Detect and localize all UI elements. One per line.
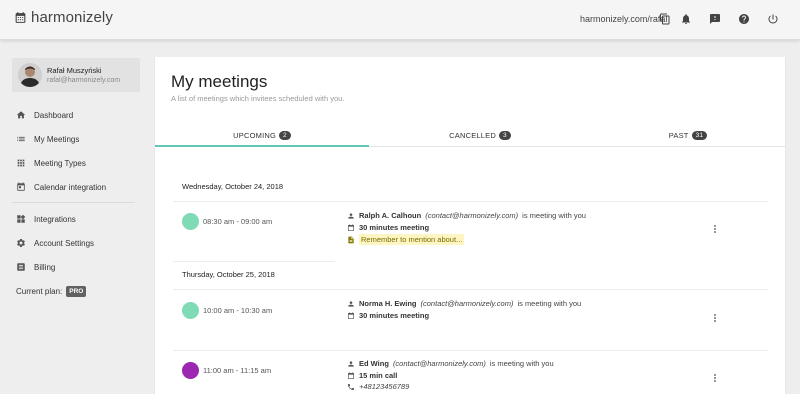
public-url[interactable]: harmonizely.com/rafal [580, 14, 667, 24]
widgets-icon [16, 214, 26, 224]
person-icon [347, 300, 355, 308]
invitee-name: Ralph A. Calhoun [359, 211, 422, 220]
plan-badge: PRO [66, 286, 87, 297]
current-plan: Current plan: PRO [16, 286, 87, 297]
sidebar-item-my-meetings[interactable]: My Meetings [16, 132, 79, 146]
app-logo[interactable]: harmonizely [14, 9, 113, 26]
meeting-invitee: Ralph A. Calhoun (contact@harmonizely.co… [347, 211, 586, 220]
more-options-icon[interactable] [712, 312, 718, 324]
user-name: Rafał Muszyński [47, 66, 102, 75]
user-card[interactable]: Rafał Muszyński rafal@harmonizely.com [12, 58, 140, 92]
meeting-type: 30 minutes meeting [347, 223, 429, 232]
meeting-invitee: Ed Wing (contact@harmonizely.com) is mee… [347, 359, 554, 368]
row-divider [173, 350, 768, 351]
invitee-name: Norma H. Ewing [359, 299, 417, 308]
note-icon [347, 236, 355, 244]
app-name: harmonizely [31, 9, 113, 26]
meeting-type: 15 min call [347, 371, 397, 380]
phone-number[interactable]: +48123456789 [359, 382, 409, 391]
tab-label: CANCELLED [449, 130, 496, 140]
invitee-contact[interactable]: (contact@harmonizely.com) [393, 359, 486, 368]
phone-icon [347, 383, 355, 391]
calendar-icon [347, 311, 355, 320]
invitee-suffix: is meeting with you [517, 299, 582, 308]
date-heading: Wednesday, October 24, 2018 [182, 182, 284, 191]
tab-count-badge: 2 [279, 130, 291, 140]
invitee-contact[interactable]: (contact@harmonizely.com) [421, 299, 514, 308]
sidebar-item-label: Meeting Types [34, 158, 86, 168]
sidebar-item-label: Integrations [34, 214, 76, 224]
sidebar-item-account-settings[interactable]: Account Settings [16, 236, 94, 250]
sidebar-item-label: Calendar integration [34, 182, 107, 192]
billing-icon [16, 262, 26, 272]
home-icon [16, 110, 26, 120]
list-icon [16, 134, 26, 144]
row-divider [173, 261, 335, 262]
meeting-type: 30 minutes meeting [347, 311, 429, 320]
calendar-icon [16, 182, 26, 192]
meeting-time: 10:00 am - 10:30 am [203, 306, 273, 315]
meeting-type-label: 30 minutes meeting [359, 311, 430, 320]
page-subtitle: A list of meetings which invitees schedu… [171, 94, 345, 103]
copy-icon[interactable] [658, 12, 672, 26]
tab-cancelled[interactable]: CANCELLED 3 [369, 123, 591, 147]
meeting-type-label: 30 minutes meeting [359, 223, 430, 232]
sidebar-divider [12, 202, 135, 203]
meeting-type-label: 15 min call [359, 371, 398, 380]
more-options-icon[interactable] [712, 372, 718, 384]
calendar-icon [347, 223, 355, 232]
sidebar-item-calendar-integration[interactable]: Calendar integration [16, 180, 106, 194]
tab-label: PAST [668, 130, 689, 140]
active-tab-indicator [155, 145, 369, 147]
meeting-note-text: Remember to mention about... [359, 234, 465, 245]
row-divider [173, 201, 768, 202]
event-color-dot [182, 302, 199, 319]
current-plan-label: Current plan: [16, 287, 63, 296]
calendar-icon [347, 371, 355, 380]
meeting-tabs: UPCOMING 2 CANCELLED 3 PAST 31 [155, 123, 785, 147]
meeting-phone: +48123456789 [347, 382, 409, 391]
meeting-time: 11:00 am - 11:15 am [203, 366, 272, 375]
bell-icon[interactable] [679, 12, 693, 26]
gear-icon [16, 238, 26, 248]
invitee-contact[interactable]: (contact@harmonizely.com) [425, 211, 518, 220]
event-color-dot [182, 213, 199, 230]
sidebar: Rafał Muszyński rafal@harmonizely.com Da… [0, 40, 148, 394]
sidebar-item-label: Dashboard [34, 110, 74, 120]
tab-past[interactable]: PAST 31 [591, 123, 785, 147]
grid-icon [16, 158, 26, 168]
user-email: rafal@harmonizely.com [47, 77, 121, 84]
sidebar-item-label: My Meetings [34, 134, 80, 144]
avatar [18, 63, 42, 87]
more-options-icon[interactable] [712, 223, 718, 235]
person-icon [347, 212, 355, 220]
invitee-suffix: is meeting with you [489, 359, 554, 368]
feedback-icon[interactable] [708, 12, 722, 26]
top-bar: harmonizely harmonizely.com/rafal [0, 0, 800, 40]
sidebar-item-billing[interactable]: Billing [16, 260, 55, 274]
tab-upcoming[interactable]: UPCOMING 2 [155, 123, 369, 147]
sidebar-item-label: Billing [34, 262, 56, 272]
invitee-suffix: is meeting with you [522, 211, 586, 220]
help-icon[interactable] [737, 12, 751, 26]
person-icon [347, 360, 355, 368]
sidebar-item-meeting-types[interactable]: Meeting Types [16, 156, 86, 170]
event-color-dot [182, 362, 199, 379]
meeting-time: 08:30 am - 09:00 am [203, 217, 273, 226]
tab-label: UPCOMING [233, 130, 277, 140]
tab-count-badge: 31 [691, 130, 708, 140]
sidebar-item-label: Account Settings [34, 238, 95, 248]
calendar-logo-icon [14, 11, 27, 24]
power-icon[interactable] [766, 12, 780, 26]
date-heading: Thursday, October 25, 2018 [182, 270, 275, 279]
invitee-name: Ed Wing [359, 359, 389, 368]
meeting-note: Remember to mention about... [347, 234, 465, 245]
page-title: My meetings [171, 72, 268, 91]
meetings-card: My meetings A list of meetings which inv… [155, 57, 785, 394]
tab-count-badge: 3 [499, 130, 511, 140]
meeting-invitee: Norma H. Ewing (contact@harmonizely.com)… [347, 299, 581, 308]
sidebar-item-dashboard[interactable]: Dashboard [16, 108, 73, 122]
row-divider [173, 289, 768, 290]
sidebar-item-integrations[interactable]: Integrations [16, 212, 76, 226]
